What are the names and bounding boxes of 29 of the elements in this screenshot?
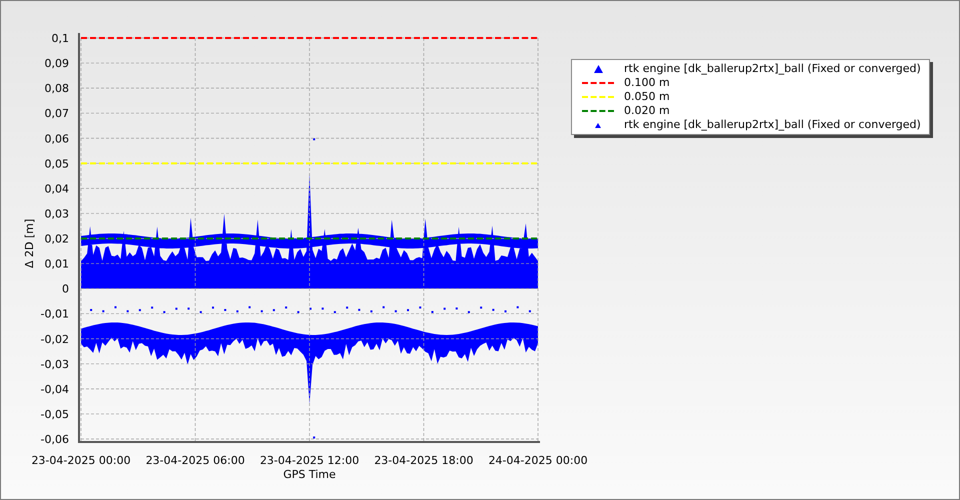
y-tick-label: -0,02	[40, 332, 69, 346]
legend-label: rtk engine [dk_ballerup2rtx]_ball (Fixed or converged)	[624, 116, 921, 133]
y-tick-label: 0	[62, 282, 69, 296]
y-tick-label: -0,03	[40, 358, 69, 371]
x-tick-label: 23-04-2025 06:00	[146, 454, 245, 467]
y-tick-label: 0,1	[52, 32, 69, 45]
x-tick-label: 23-04-2025 12:00	[260, 454, 360, 467]
y-tick-label: -0,01	[40, 308, 69, 321]
legend-label: 0.050 m	[624, 88, 670, 105]
x-tick-label: 23-04-2025 18:00	[374, 454, 474, 467]
legend-label: 0.020 m	[624, 102, 670, 119]
x-axis-title: GPS Time	[283, 468, 336, 481]
y-tick-label: -0,06	[40, 433, 69, 446]
x-tick-label: 24-04-2025 00:00	[488, 454, 588, 467]
y-tick-label: -0,04	[40, 382, 69, 396]
legend-label: rtk engine [dk_ballerup2rtx]_ball (Fixed or converged)	[624, 60, 921, 77]
y-tick-label: 0,04	[44, 182, 69, 196]
y-tick-label: 0,03	[44, 207, 69, 220]
y-tick-label: 0,05	[44, 157, 69, 170]
y-tick-label: 0,01	[44, 258, 69, 271]
y-tick-label: 0,09	[44, 57, 69, 70]
legend-label: 0.100 m	[624, 74, 670, 91]
y-tick-label: -0,05	[40, 408, 69, 421]
y-tick-label: 0,02	[44, 232, 69, 246]
y-axis-title: Δ 2D [m]	[23, 218, 36, 268]
y-tick-label: 0,06	[44, 132, 69, 146]
y-tick-label: 0,07	[44, 107, 69, 120]
x-tick-label: 23-04-2025 00:00	[31, 454, 131, 467]
y-tick-label: 0,08	[44, 82, 69, 96]
